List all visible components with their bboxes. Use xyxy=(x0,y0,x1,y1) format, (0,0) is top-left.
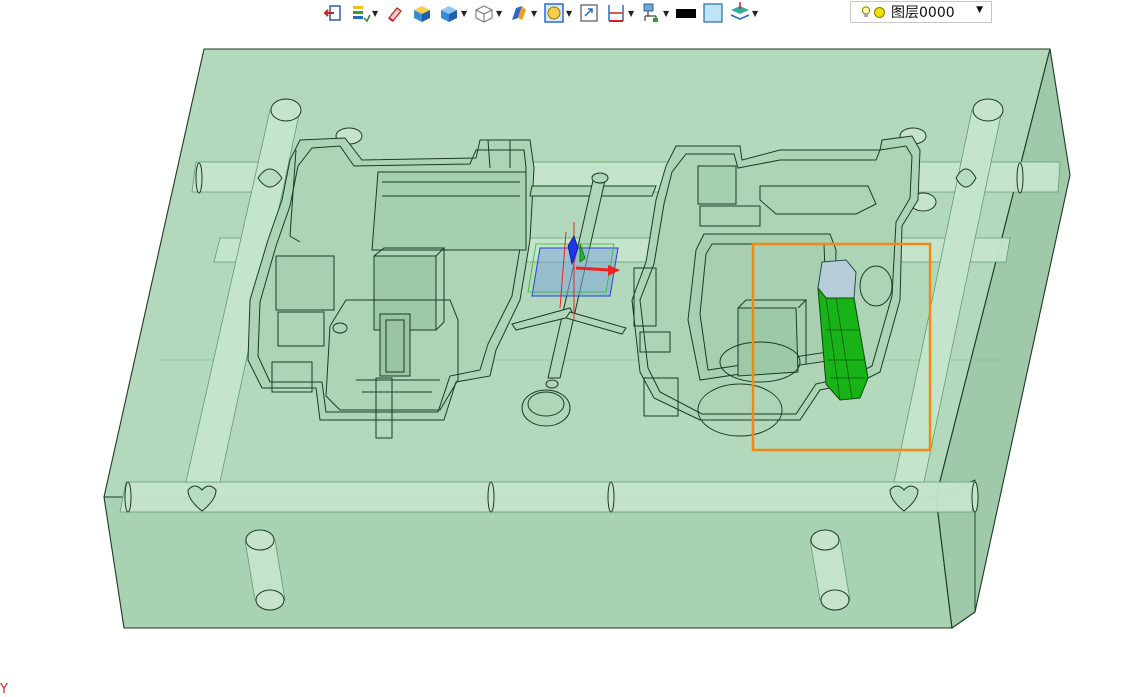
cad-viewport[interactable] xyxy=(0,0,1125,695)
triad-x-arrow[interactable] xyxy=(575,266,611,272)
